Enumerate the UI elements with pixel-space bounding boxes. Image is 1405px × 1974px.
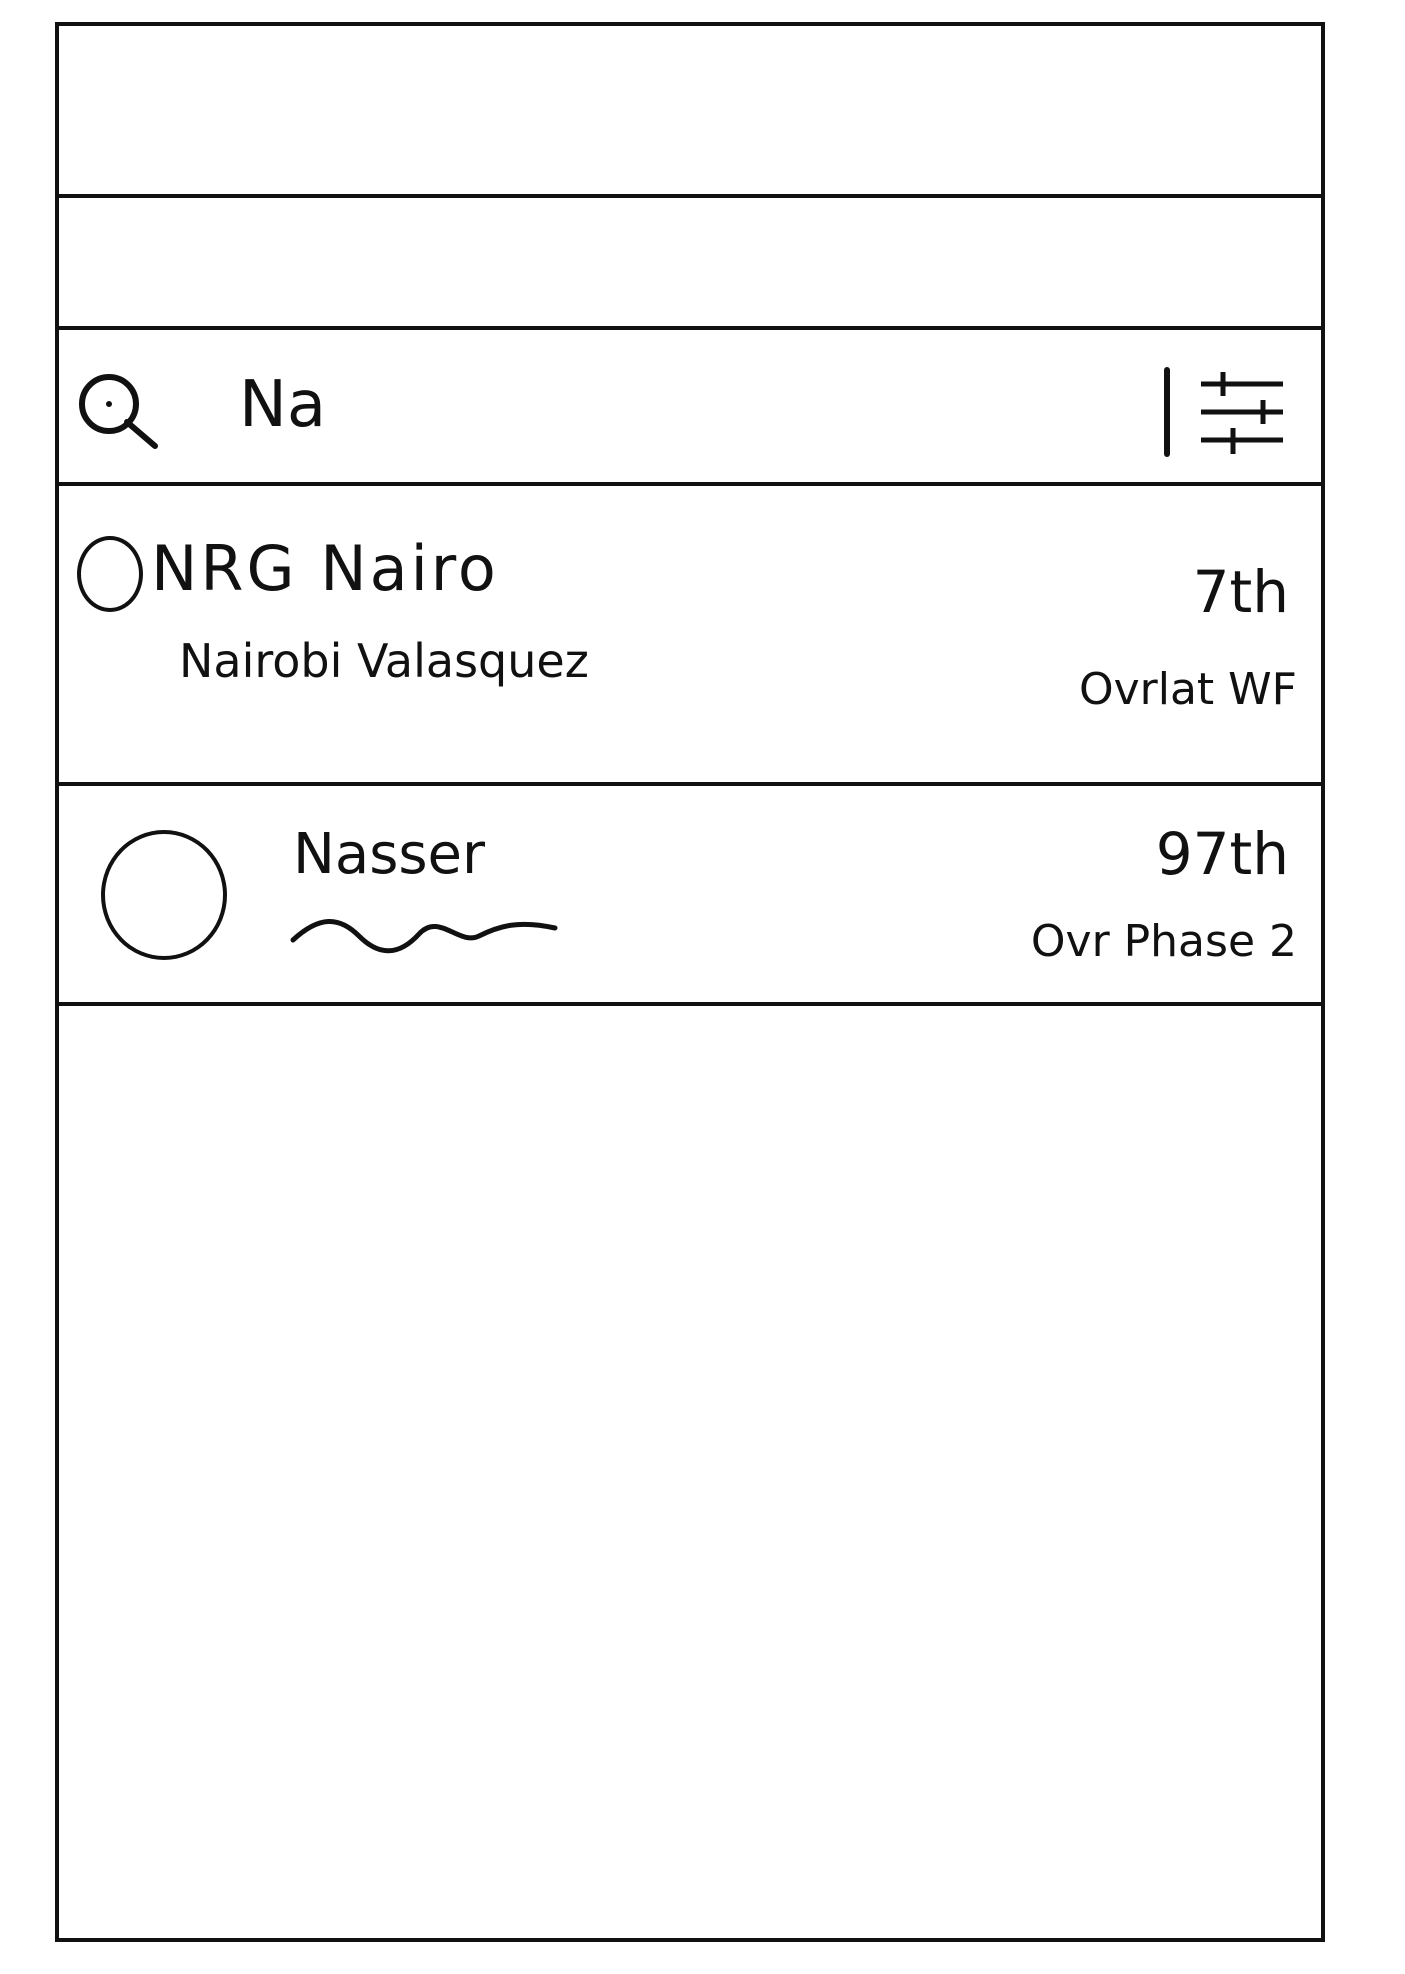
player-tag: Nasser — [293, 822, 486, 887]
event-name: Ovrlat WF — [1078, 664, 1297, 715]
app-frame: NRG Nairo Nairobi Valasquez 7th Ovrlat W… — [55, 22, 1325, 1942]
event-name: Ovr Phase 2 — [1030, 916, 1297, 967]
top-header — [59, 26, 1321, 198]
avatar — [101, 830, 227, 960]
avatar — [77, 536, 143, 612]
placement-rank: 7th — [1192, 558, 1289, 626]
search-icon[interactable] — [71, 366, 163, 458]
search-bar — [59, 330, 1321, 486]
player-tag: NRG Nairo — [151, 532, 499, 605]
placeholder-squiggle — [290, 919, 558, 954]
sub-header — [59, 198, 1321, 330]
list-item[interactable]: Nasser 97th Ovr Phase 2 — [59, 786, 1321, 1006]
filter-icon[interactable] — [1153, 364, 1293, 460]
list-item[interactable]: NRG Nairo Nairobi Valasquez 7th Ovrlat W… — [59, 486, 1321, 786]
player-real-name: Nairobi Valasquez — [179, 634, 589, 688]
placement-rank: 97th — [1155, 820, 1289, 888]
search-input[interactable] — [239, 360, 1139, 450]
